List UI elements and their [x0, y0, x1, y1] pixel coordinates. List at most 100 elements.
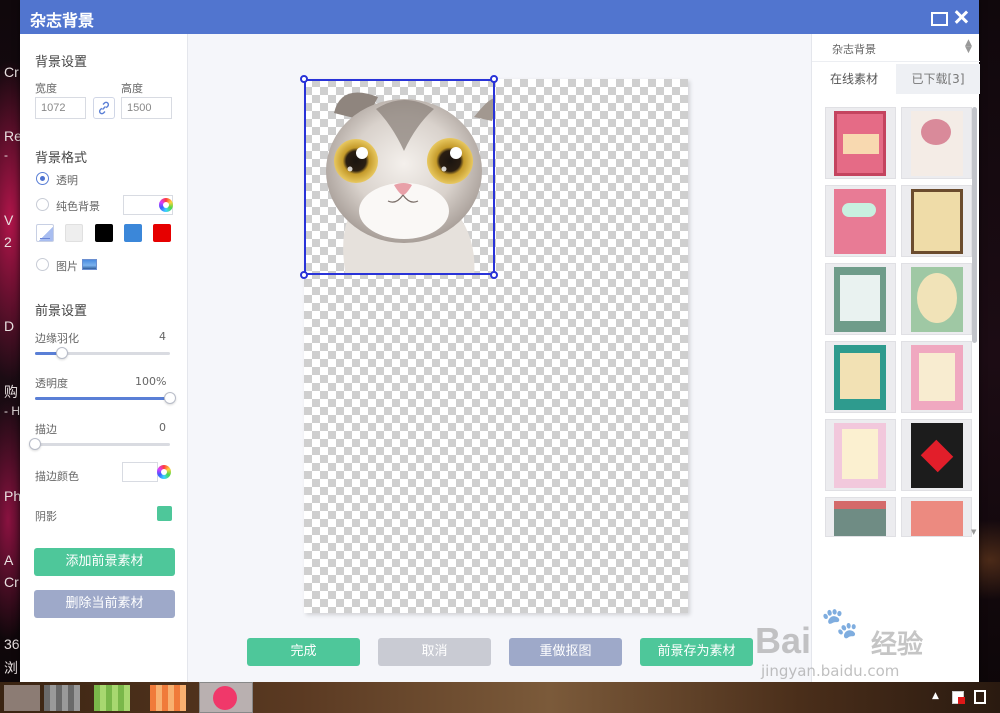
category-label: 杂志背景 [832, 43, 876, 56]
resize-handle-top-left[interactable] [300, 75, 308, 83]
resize-handle-top-right[interactable] [490, 75, 498, 83]
taskbar-app[interactable] [4, 685, 40, 711]
link-ratio-button[interactable] [93, 97, 115, 119]
resize-handle-bottom-left[interactable] [300, 271, 308, 279]
watermark-brand-cn: 经验 [871, 630, 924, 660]
material-scrollbar[interactable] [972, 107, 977, 343]
material-thumb[interactable] [901, 263, 972, 335]
resize-handle-bottom-right[interactable] [490, 271, 498, 279]
height-label: 高度 [121, 82, 143, 95]
category-select[interactable]: 杂志背景 ▲ ▼ [812, 34, 980, 62]
meitu-icon [213, 686, 237, 710]
opacity-value: 100% [135, 375, 167, 388]
material-thumb[interactable] [825, 185, 896, 257]
desktop-fragment: V [4, 212, 14, 228]
feather-slider-knob[interactable] [56, 347, 68, 359]
swatch-blue[interactable] [124, 224, 142, 242]
stroke-color-label: 描边颜色 [35, 470, 79, 483]
tab-online[interactable]: 在线素材 [812, 64, 896, 94]
radio-solid-color[interactable] [36, 198, 49, 211]
material-thumb[interactable] [901, 497, 972, 537]
paw-icon: 🐾 [821, 606, 859, 641]
scroll-down-icon[interactable]: ▼ [971, 528, 976, 536]
swatch-red[interactable] [153, 224, 171, 242]
material-thumb[interactable] [901, 185, 972, 257]
desktop-fragment: D [4, 318, 15, 334]
feather-label: 边缘羽化 [35, 332, 79, 345]
opacity-slider-knob[interactable] [164, 392, 176, 404]
stroke-value: 0 [159, 421, 166, 434]
swatch-light-gray[interactable] [65, 224, 83, 242]
shadow-color-swatch[interactable] [157, 506, 172, 521]
shadow-label: 阴影 [35, 510, 57, 523]
material-thumb[interactable] [825, 419, 896, 491]
stroke-label: 描边 [35, 423, 57, 436]
delete-foreground-button[interactable]: 删除当前素材 [34, 590, 175, 618]
desktop-fragment: 36 [4, 636, 20, 652]
opacity-slider-fill [35, 397, 170, 400]
material-thumb[interactable] [901, 419, 972, 491]
feather-value: 4 [159, 330, 166, 343]
width-input[interactable]: 1072 [35, 97, 86, 119]
material-thumb[interactable] [825, 497, 896, 537]
cancel-button[interactable]: 取消 [378, 638, 491, 666]
width-label: 宽度 [35, 82, 57, 95]
stroke-color-field[interactable] [122, 462, 158, 482]
taskbar: ▲ [0, 682, 1000, 713]
radio-transparent[interactable] [36, 172, 49, 185]
settings-panel: 背景设置 宽度 高度 1072 1500 背景格式 透明 纯色背景 图片 前景设… [20, 34, 188, 682]
desktop-fragment: Cr [4, 574, 19, 590]
link-icon [99, 101, 109, 115]
foreground-settings-title: 前景设置 [35, 304, 88, 319]
opacity-label: 透明度 [35, 377, 68, 390]
desktop-fragment: - [4, 148, 8, 162]
stroke-color-picker-icon[interactable] [157, 465, 171, 479]
material-panel: 杂志背景 ▲ ▼ 在线素材 已下载[3] ▼ [811, 34, 980, 682]
maximize-icon[interactable] [928, 7, 948, 27]
image-icon[interactable] [82, 259, 97, 270]
desktop-fragment: A [4, 552, 14, 568]
done-button[interactable]: 完成 [247, 638, 360, 666]
cat-image [326, 92, 493, 273]
taskbar-app[interactable] [94, 685, 130, 711]
desktop-fragment: 浏 [4, 660, 18, 676]
radio-image[interactable] [36, 258, 49, 271]
taskbar-app[interactable] [44, 685, 80, 711]
desktop-fragment: - H [4, 404, 20, 418]
watermark: Bai 🐾 经验 jingyan.baidu.com [755, 604, 965, 684]
material-thumb[interactable] [901, 341, 972, 413]
foreground-selection[interactable] [304, 79, 495, 275]
image-label: 图片 [56, 260, 78, 273]
network-status-icon[interactable] [952, 691, 965, 704]
tray-up-icon[interactable]: ▲ [932, 691, 939, 701]
color-picker-icon[interactable] [159, 198, 173, 212]
save-foreground-button[interactable]: 前景存为素材 [640, 638, 753, 666]
redo-cutout-button[interactable]: 重做抠图 [509, 638, 622, 666]
taskbar-app[interactable] [150, 685, 186, 711]
stroke-slider-knob[interactable] [29, 438, 41, 450]
taskbar-app-meitu[interactable] [199, 682, 253, 713]
window-title: 杂志背景 [30, 11, 95, 30]
select-arrows-icon: ▲ ▼ [965, 38, 972, 55]
opacity-slider[interactable] [35, 397, 170, 400]
close-icon[interactable] [951, 7, 971, 27]
custom-color-swatch[interactable] [36, 224, 54, 242]
transparent-label: 透明 [56, 174, 78, 187]
swatch-black[interactable] [95, 224, 113, 242]
material-thumb[interactable] [825, 107, 896, 179]
magazine-background-window: 杂志背景 背景设置 宽度 高度 1072 1500 背景格式 透明 纯色背景 图… [20, 0, 980, 684]
battery-icon[interactable] [974, 690, 986, 704]
desktop-fragment: Ph [4, 488, 22, 504]
stroke-slider[interactable] [35, 443, 170, 446]
add-foreground-button[interactable]: 添加前景素材 [34, 548, 175, 576]
height-input[interactable]: 1500 [121, 97, 172, 119]
material-thumb[interactable] [825, 341, 896, 413]
material-thumb[interactable] [901, 107, 972, 179]
material-thumb[interactable] [825, 263, 896, 335]
desktop-fragment: Cr [4, 64, 19, 80]
solid-color-label: 纯色背景 [56, 200, 100, 213]
tab-downloaded[interactable]: 已下载[3] [896, 64, 980, 94]
title-bar[interactable]: 杂志背景 [20, 0, 979, 34]
desktop-fragment: 2 [4, 234, 12, 250]
background-format-title: 背景格式 [35, 151, 88, 166]
